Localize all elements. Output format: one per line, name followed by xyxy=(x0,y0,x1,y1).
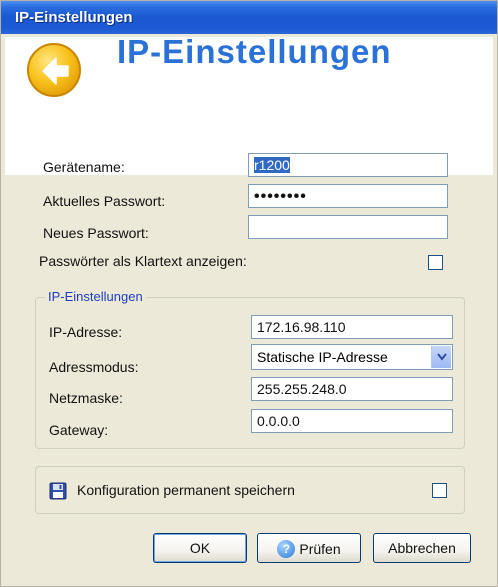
window-title: IP-Einstellungen xyxy=(15,9,133,26)
current-password-field[interactable]: •••••••• xyxy=(248,184,448,208)
dialog-window: IP-Einstellungen IP-Einstellungen Geräte… xyxy=(0,0,498,587)
check-button[interactable]: ? Prüfen xyxy=(257,533,361,563)
gateway-label: Gateway: xyxy=(49,422,109,438)
dropdown-button[interactable] xyxy=(431,346,451,368)
ip-settings-legend: IP-Einstellungen xyxy=(45,289,146,304)
ip-address-label: IP-Adresse: xyxy=(49,324,123,340)
check-button-label: Prüfen xyxy=(299,541,341,557)
save-config-checkbox[interactable] xyxy=(432,483,447,498)
netmask-field[interactable]: 255.255.248.0 xyxy=(251,377,453,401)
title-bar[interactable]: IP-Einstellungen xyxy=(1,1,497,34)
ok-button[interactable]: OK xyxy=(153,533,247,563)
netmask-value: 255.255.248.0 xyxy=(257,381,347,397)
gateway-field[interactable]: 0.0.0.0 xyxy=(251,409,453,433)
save-config-label: Konfiguration permanent speichern xyxy=(77,482,295,498)
back-arrow-icon[interactable] xyxy=(27,43,81,97)
new-password-label: Neues Passwort: xyxy=(43,225,149,241)
current-password-value: •••••••• xyxy=(254,188,307,205)
ok-button-label: OK xyxy=(189,540,211,556)
cancel-button[interactable]: Abbrechen xyxy=(373,533,471,563)
show-plaintext-checkbox[interactable] xyxy=(428,255,443,270)
gateway-value: 0.0.0.0 xyxy=(257,413,300,429)
ip-address-value: 172.16.98.110 xyxy=(257,319,346,335)
banner-title: IP-Einstellungen xyxy=(117,33,392,70)
chevron-down-icon xyxy=(437,353,447,361)
address-mode-value: Statische IP-Adresse xyxy=(257,349,388,365)
device-name-field[interactable]: r1200 xyxy=(248,153,448,177)
device-name-label: Gerätename: xyxy=(43,159,125,175)
cancel-button-label: Abbrechen xyxy=(388,540,456,556)
address-mode-select[interactable]: Statische IP-Adresse xyxy=(251,344,453,370)
show-plaintext-label: Passwörter als Klartext anzeigen: xyxy=(39,253,247,269)
help-icon: ? xyxy=(277,540,296,558)
new-password-field[interactable] xyxy=(248,215,448,239)
floppy-disk-icon xyxy=(49,482,67,505)
netmask-label: Netzmaske: xyxy=(49,390,123,406)
ip-address-field[interactable]: 172.16.98.110 xyxy=(251,315,453,339)
current-password-label: Aktuelles Passwort: xyxy=(43,193,166,209)
address-mode-label: Adressmodus: xyxy=(49,359,139,375)
device-name-value: r1200 xyxy=(254,157,290,173)
